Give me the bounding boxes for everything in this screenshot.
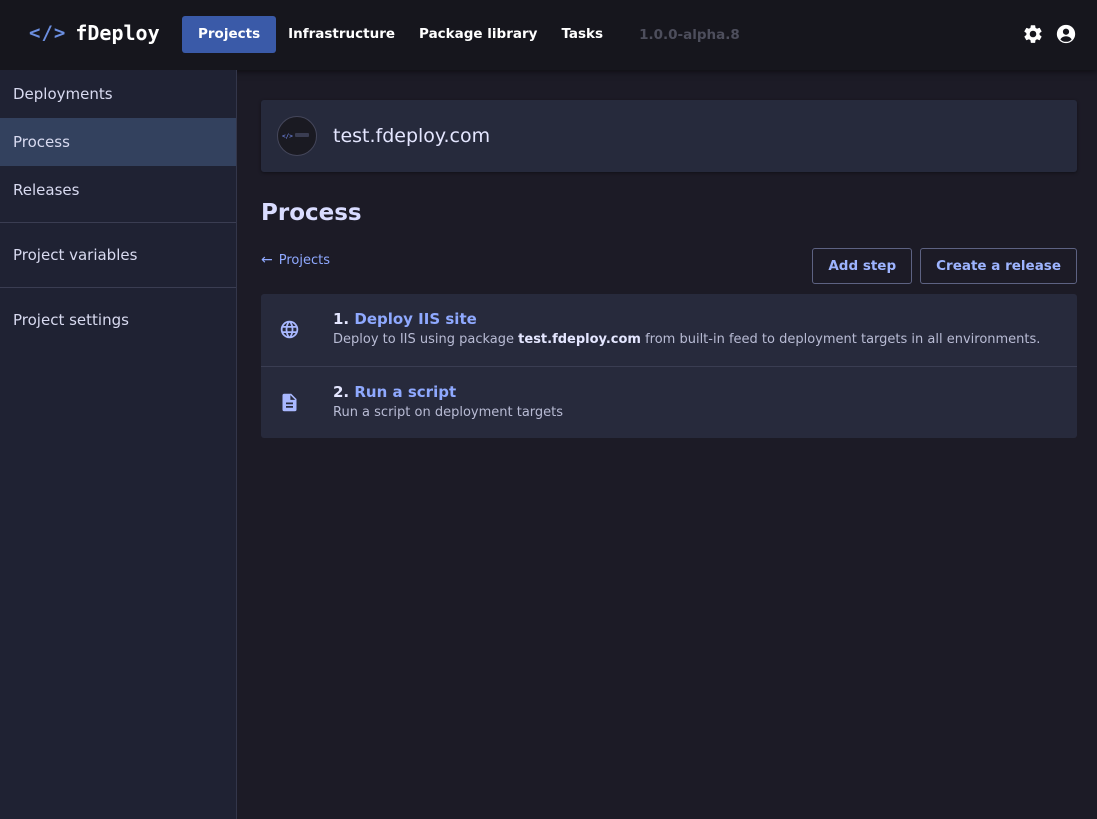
brand-name: fDeploy bbox=[75, 21, 160, 45]
step-description: Run a script on deployment targets bbox=[333, 405, 564, 420]
nav-infrastructure[interactable]: Infrastructure bbox=[276, 16, 407, 53]
step-desc-text: from built-in feed to deployment targets… bbox=[640, 332, 1041, 347]
process-step[interactable]: 2. Run a script Run a script on deployme… bbox=[261, 366, 1077, 438]
nav-package-library[interactable]: Package library bbox=[407, 16, 549, 53]
sidebar-divider bbox=[0, 287, 236, 288]
step-desc-package: test.fdeploy.com bbox=[518, 332, 641, 347]
back-link-label: Projects bbox=[278, 252, 330, 268]
gear-icon[interactable] bbox=[1022, 23, 1044, 45]
step-title: 1. Deploy IIS site bbox=[333, 310, 1040, 328]
project-header: </> test.fdeploy.com bbox=[261, 100, 1077, 172]
step-desc-text: Deploy to IIS using package bbox=[333, 332, 519, 347]
sidebar-divider bbox=[0, 222, 236, 223]
project-logo: </> bbox=[277, 116, 317, 156]
nav-projects[interactable]: Projects bbox=[182, 16, 277, 53]
action-buttons: Add step Create a release bbox=[812, 248, 1077, 284]
brand[interactable]: </> fDeploy bbox=[29, 21, 160, 45]
sidebar-item-project-variables[interactable]: Project variables bbox=[0, 231, 236, 279]
version-label: 1.0.0-alpha.8 bbox=[639, 26, 740, 43]
process-step[interactable]: 1. Deploy IIS site Deploy to IIS using p… bbox=[261, 294, 1077, 366]
sidebar-item-deployments[interactable]: Deployments bbox=[0, 70, 236, 118]
sidebar-item-releases[interactable]: Releases bbox=[0, 166, 236, 214]
step-text: 2. Run a script Run a script on deployme… bbox=[333, 383, 563, 420]
nav-tasks[interactable]: Tasks bbox=[549, 16, 615, 53]
step-number: 1. bbox=[333, 310, 350, 328]
top-navbar: </> fDeploy Projects Infrastructure Pack… bbox=[0, 0, 1097, 70]
create-release-button[interactable]: Create a release bbox=[920, 248, 1077, 284]
step-title: 2. Run a script bbox=[333, 383, 563, 401]
document-icon bbox=[279, 392, 300, 413]
step-title-link[interactable]: Run a script bbox=[354, 383, 456, 401]
process-toolbar: ← Projects Add step Create a release bbox=[261, 248, 1077, 284]
back-to-projects-link[interactable]: ← Projects bbox=[261, 252, 330, 268]
main-nav: Projects Infrastructure Package library … bbox=[182, 16, 740, 53]
project-name: test.fdeploy.com bbox=[333, 125, 491, 147]
top-icons bbox=[1022, 23, 1077, 45]
globe-icon bbox=[279, 319, 300, 340]
step-description: Deploy to IIS using package test.fdeploy… bbox=[333, 332, 1040, 347]
process-steps-list: 1. Deploy IIS site Deploy to IIS using p… bbox=[261, 294, 1077, 438]
user-icon[interactable] bbox=[1055, 23, 1077, 45]
main-content: </> test.fdeploy.com Process ← Projects … bbox=[261, 70, 1077, 438]
step-title-link[interactable]: Deploy IIS site bbox=[354, 310, 476, 328]
step-number: 2. bbox=[333, 383, 350, 401]
arrow-left-icon: ← bbox=[261, 252, 273, 268]
project-sidebar: Deployments Process Releases Project var… bbox=[0, 70, 237, 819]
sidebar-item-process[interactable]: Process bbox=[0, 118, 236, 166]
svg-text:</>: </> bbox=[282, 133, 293, 140]
add-step-button[interactable]: Add step bbox=[812, 248, 913, 284]
sidebar-item-project-settings[interactable]: Project settings bbox=[0, 296, 236, 344]
page-title: Process bbox=[261, 200, 362, 226]
step-text: 1. Deploy IIS site Deploy to IIS using p… bbox=[333, 310, 1040, 347]
code-icon: </> bbox=[29, 22, 67, 44]
